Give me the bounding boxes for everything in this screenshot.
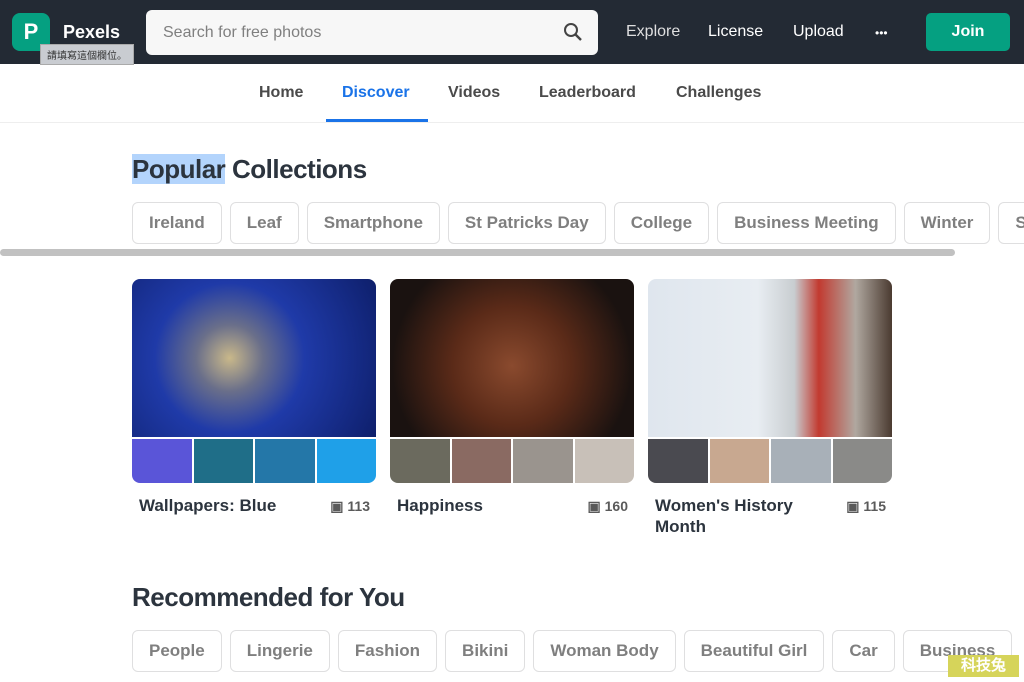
chip[interactable]: Bikini [445,630,526,672]
more-icon[interactable]: ••• [875,26,888,40]
photo-count: ▣ 160 [588,498,628,515]
chip[interactable]: Smartphone [306,202,440,244]
collection-thumbnails [390,439,634,483]
collection-title[interactable]: Women's History Month [655,495,825,537]
recommended-chips: People Lingerie Fashion Bikini Woman Bod… [132,630,1013,672]
chip[interactable]: Lingerie [229,630,330,672]
chip[interactable]: College [613,202,710,244]
count-value: 160 [604,498,628,514]
chip[interactable]: Business Meeting [717,202,896,244]
tab-home[interactable]: Home [259,84,303,102]
tab-discover[interactable]: Discover [342,84,410,102]
chip[interactable]: Ireland [132,202,222,244]
collection-title[interactable]: Wallpapers: Blue [139,495,309,516]
chip[interactable]: St Patricks Day [447,202,606,244]
horizontal-scrollbar[interactable] [0,249,955,256]
chip[interactable]: Leaf [229,202,299,244]
brand-name[interactable]: Pexels [63,22,120,43]
search-placeholder: Search for free photos [163,24,322,41]
collection-card[interactable]: Wallpapers: Blue ▣ 113 [132,279,376,515]
validation-tooltip: 請填寫這個欄位。 [40,44,134,65]
chip[interactable]: Car [832,630,895,672]
photo-count: ▣ 113 [330,498,370,515]
nav-license[interactable]: License [708,23,763,41]
divider [0,122,1024,123]
photo-count: ▣ 115 [846,498,886,515]
nav-upload[interactable]: Upload [793,23,844,41]
collection-card[interactable]: Happiness ▣ 160 [390,279,634,515]
popular-collections-heading: Popular Collections [132,154,367,185]
chip[interactable]: Woman Body [533,630,676,672]
tab-videos[interactable]: Videos [448,84,500,102]
chip[interactable]: Beautiful Girl [683,630,825,672]
chip[interactable]: Fashion [337,630,438,672]
collection-cover-image[interactable] [390,279,634,437]
join-button[interactable]: Join [926,13,1010,51]
popular-chips: Ireland Leaf Smartphone St Patricks Day … [132,202,1024,244]
nav-explore[interactable]: Explore [626,23,680,41]
collection-thumbnails [648,439,892,483]
recommended-heading: Recommended for You [132,582,405,612]
count-value: 113 [347,498,370,514]
search-icon[interactable] [563,22,583,42]
collection-card[interactable]: Women's History Month ▣ 115 [648,279,892,536]
photos-icon: ▣ [587,498,605,514]
tab-challenges[interactable]: Challenges [676,84,761,102]
collection-cover-image[interactable] [132,279,376,437]
collection-title[interactable]: Happiness [397,495,567,516]
top-bar: P Pexels Search for free photos Explore … [0,0,1024,64]
chip[interactable]: St [998,202,1024,244]
watermark: 科技兔 [948,655,1019,677]
chip[interactable]: People [132,630,222,672]
photos-icon: ▣ [846,498,864,514]
tab-leaderboard[interactable]: Leaderboard [539,84,636,102]
photos-icon: ▣ [330,498,348,514]
search-input[interactable]: Search for free photos [146,10,598,55]
collection-thumbnails [132,439,376,483]
count-value: 115 [863,498,886,514]
collection-cover-image[interactable] [648,279,892,437]
heading-highlight: Popular [132,154,226,184]
heading-rest: Collections [225,154,367,184]
chip[interactable]: Winter [903,202,991,244]
